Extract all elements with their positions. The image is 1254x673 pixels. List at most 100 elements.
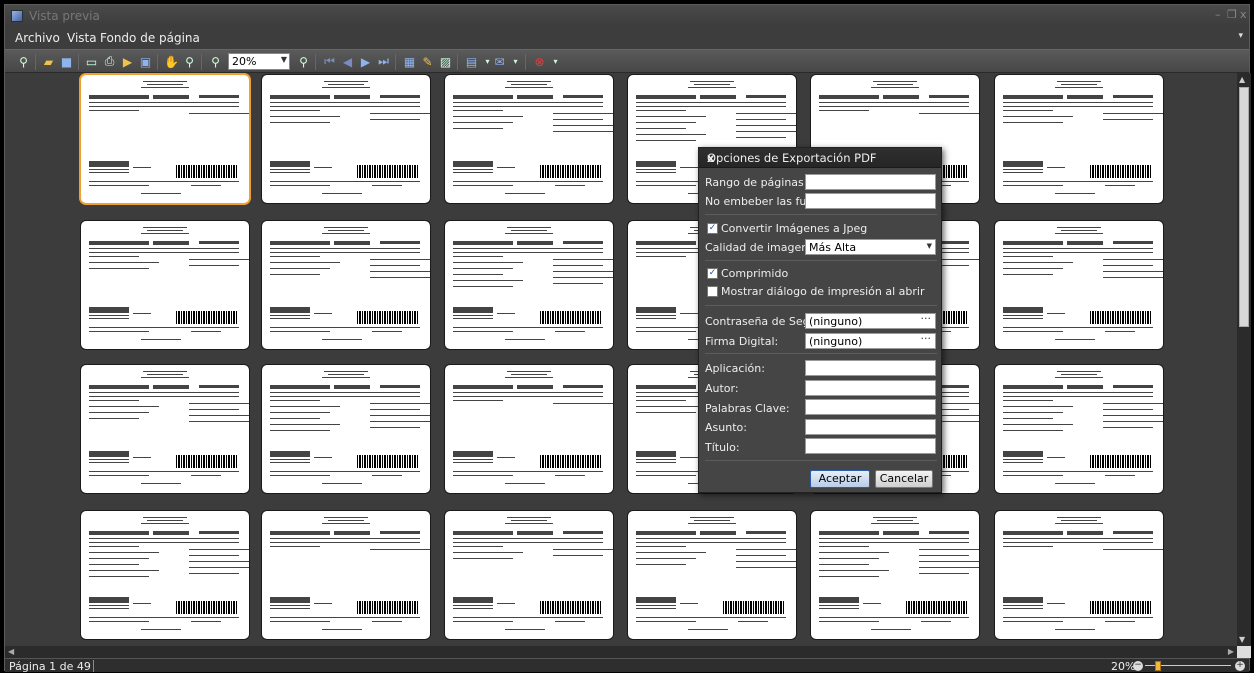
- chevron-down-icon[interactable]: ▼: [927, 242, 932, 250]
- chevron-down-icon[interactable]: ▾: [547, 53, 564, 70]
- menu-vista[interactable]: Vista: [67, 31, 97, 45]
- security-password-field[interactable]: (ninguno) ···: [805, 312, 936, 329]
- color-icon[interactable]: ✎: [419, 53, 436, 70]
- page-thumbnail[interactable]: [262, 365, 430, 493]
- chevron-down-icon[interactable]: ▼: [281, 55, 287, 64]
- page-thumbnail[interactable]: [628, 511, 796, 639]
- thumbnail-content: [1055, 233, 1103, 234]
- thumbnail-content: [370, 259, 430, 260]
- watermark-icon[interactable]: ▨: [437, 53, 454, 70]
- ellipsis-icon[interactable]: ···: [921, 332, 932, 345]
- horizontal-scrollbar[interactable]: ◀ ▶: [5, 646, 1237, 658]
- page-thumbnail[interactable]: [445, 75, 613, 203]
- page-thumbnail[interactable]: [81, 511, 249, 639]
- author-input[interactable]: [805, 380, 936, 396]
- magnifier-icon[interactable]: ⚲: [181, 53, 198, 70]
- thumbnail-content: [1003, 248, 1153, 249]
- print-icon[interactable]: ⎙: [101, 53, 118, 70]
- first-page-icon[interactable]: ⏮: [321, 53, 338, 70]
- chevron-down-icon[interactable]: ▾: [507, 53, 524, 70]
- cancel-button[interactable]: Cancelar: [875, 470, 933, 488]
- vertical-scrollbar[interactable]: ▲ ▼: [1237, 73, 1251, 646]
- find-icon[interactable]: ⚲: [15, 53, 32, 70]
- zoom-slider[interactable]: − +: [1133, 661, 1245, 671]
- page-thumbnail[interactable]: [995, 75, 1163, 203]
- open-icon[interactable]: ▰: [40, 53, 57, 70]
- last-page-icon[interactable]: ⏭: [375, 53, 392, 70]
- scrollbar-thumb[interactable]: [1239, 87, 1249, 327]
- zoom-combo-value: 20%: [232, 55, 257, 68]
- minimize-icon[interactable]: –: [1215, 8, 1221, 21]
- menu-archivo[interactable]: Archivo: [15, 31, 60, 45]
- page-thumbnail[interactable]: [81, 365, 249, 493]
- thumbnail-content: [1003, 274, 1053, 275]
- page-thumbnail[interactable]: [262, 75, 430, 203]
- dialog-close-icon[interactable]: x: [707, 151, 934, 165]
- menu-fondo-pagina[interactable]: Fondo de página: [100, 31, 200, 45]
- thumbnail-content: [314, 167, 332, 168]
- digital-signature-value: (ninguno): [809, 335, 863, 348]
- thumbnail-content: [270, 331, 330, 332]
- page-thumbnail[interactable]: [262, 221, 430, 349]
- page-thumbnail[interactable]: [445, 365, 613, 493]
- thumbnail-content: [189, 415, 249, 416]
- page-thumbnail[interactable]: [445, 511, 613, 639]
- page-range-input[interactable]: [805, 174, 936, 190]
- zoom-plus-icon[interactable]: +: [1235, 661, 1245, 671]
- previous-page-icon[interactable]: ◀: [339, 53, 356, 70]
- scroll-down-icon[interactable]: ▼: [1239, 635, 1245, 644]
- zoom-slider-knob[interactable]: [1155, 661, 1161, 671]
- quick-print-icon[interactable]: ▶: [119, 53, 136, 70]
- thumbnail-content: [1003, 418, 1053, 419]
- ellipsis-icon[interactable]: ···: [921, 312, 932, 325]
- title-input[interactable]: [805, 438, 936, 454]
- toolbar-separator: [315, 54, 316, 70]
- scroll-left-icon[interactable]: ◀: [8, 647, 14, 656]
- digital-signature-field[interactable]: (ninguno) ···: [805, 332, 936, 349]
- thumbnail-content: [89, 542, 239, 543]
- export-icon[interactable]: ▤: [463, 53, 480, 70]
- zoom-minus-icon[interactable]: −: [1133, 661, 1143, 671]
- next-page-icon[interactable]: ▶: [357, 53, 374, 70]
- subject-input[interactable]: [805, 419, 936, 435]
- thumbnail-content: [1105, 475, 1135, 476]
- zoom-combo[interactable]: 20% ▼: [228, 53, 290, 70]
- zoom-in-icon[interactable]: ⚲: [295, 53, 312, 70]
- close-window-icon[interactable]: x: [1240, 8, 1247, 21]
- page-thumbnail[interactable]: [995, 221, 1163, 349]
- convert-jpeg-checkbox[interactable]: ✓: [707, 223, 718, 234]
- scroll-up-icon[interactable]: ▲: [1239, 75, 1245, 84]
- thumbnail-content: [553, 555, 603, 556]
- page-thumbnail[interactable]: [262, 511, 430, 639]
- thumbnail-content: [819, 106, 969, 107]
- page-thumbnail[interactable]: [445, 221, 613, 349]
- scroll-right-icon[interactable]: ▶: [1228, 647, 1234, 656]
- page-thumbnail[interactable]: [995, 511, 1163, 639]
- close-preview-icon[interactable]: ⊗: [531, 53, 548, 70]
- zoom-out-icon[interactable]: ⚲: [207, 53, 224, 70]
- margins-icon[interactable]: ▣: [137, 53, 154, 70]
- restore-icon[interactable]: ❐: [1227, 8, 1237, 21]
- multiple-pages-icon[interactable]: ▦: [401, 53, 418, 70]
- image-quality-value: Más Alta: [809, 241, 857, 254]
- accept-button[interactable]: Aceptar: [810, 470, 870, 488]
- thumbnail-content: [883, 531, 919, 535]
- send-email-icon[interactable]: ✉: [491, 53, 508, 70]
- page-setup-icon[interactable]: ▭: [83, 53, 100, 70]
- page-thumbnail[interactable]: [81, 221, 249, 349]
- page-thumbnail[interactable]: [995, 365, 1163, 493]
- hand-tool-icon[interactable]: ✋: [163, 53, 180, 70]
- compressed-checkbox[interactable]: ✓: [707, 268, 718, 279]
- show-print-dialog-checkbox[interactable]: [707, 286, 718, 297]
- application-input[interactable]: [805, 360, 936, 376]
- menu-overflow-icon[interactable]: ▾: [1238, 31, 1243, 41]
- thumbnail-content: [929, 95, 969, 98]
- page-thumbnail[interactable]: [811, 511, 979, 639]
- keywords-input[interactable]: [805, 399, 936, 415]
- page-thumbnails-area[interactable]: [5, 73, 1237, 646]
- no-embed-fonts-input[interactable]: [805, 193, 936, 209]
- image-quality-select[interactable]: Más Alta ▼: [805, 239, 936, 255]
- page-thumbnail[interactable]: [81, 75, 249, 203]
- thumbnail-content: [1003, 256, 1053, 257]
- save-icon[interactable]: ■: [58, 53, 75, 70]
